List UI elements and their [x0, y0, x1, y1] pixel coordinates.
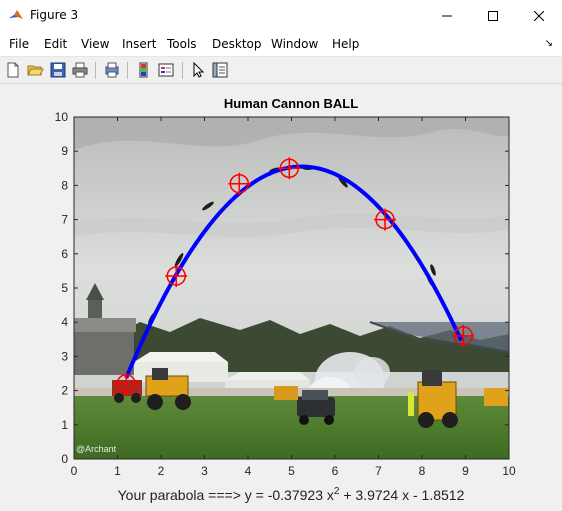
x-tick-label: 3 — [201, 464, 208, 478]
toolbar — [0, 56, 562, 84]
colorbar-icon[interactable] — [135, 61, 153, 79]
y-tick-label: 7 — [61, 213, 68, 227]
menu-edit[interactable]: Edit — [44, 37, 67, 51]
minimize-icon — [442, 15, 452, 17]
y-tick-label: 2 — [61, 384, 68, 398]
matlab-icon — [9, 10, 23, 19]
edit-plot-arrow-icon[interactable] — [189, 61, 207, 79]
plot-canvas[interactable]: @Archant 0 1 2 3 4 5 6 7 8 9 10 0 1 2 3 4 5 6 7 8 9 10 Human… — [0, 84, 562, 506]
title-bar: Figure 3 — [0, 0, 562, 32]
minimize-button[interactable] — [424, 0, 470, 32]
menu-help[interactable]: Help — [332, 37, 359, 51]
x-tick-label: 8 — [419, 464, 426, 478]
close-icon — [534, 11, 544, 21]
menu-tools[interactable]: Tools — [167, 37, 197, 51]
y-tick-label: 6 — [61, 247, 68, 261]
y-tick-label: 10 — [55, 110, 69, 124]
new-figure-icon[interactable] — [4, 61, 22, 79]
x-tick-label: 4 — [245, 464, 252, 478]
toolbar-separator — [182, 62, 183, 79]
print-preview-icon[interactable] — [103, 61, 121, 79]
y-tick-label: 1 — [61, 418, 68, 432]
tractor-center — [274, 386, 298, 400]
menu-view[interactable]: View — [81, 37, 109, 51]
menu-desktop[interactable]: Desktop — [212, 37, 262, 51]
x-tick-label: 2 — [158, 464, 165, 478]
x-tick-labels: 0 1 2 3 4 5 6 7 8 9 10 — [71, 464, 516, 478]
menu-file[interactable]: File — [9, 37, 29, 51]
window-title: Figure 3 — [30, 8, 79, 22]
menu-bar: File Edit View Insert Tools Desktop Wind… — [0, 32, 562, 56]
x-tick-label: 6 — [332, 464, 339, 478]
x-tick-label: 9 — [462, 464, 469, 478]
y-tick-label: 8 — [61, 178, 68, 192]
x-tick-label: 7 — [375, 464, 382, 478]
figure-area: @Archant 0 1 2 3 4 5 6 7 8 9 10 0 1 2 3 4 5 6 7 8 9 10 Human… — [0, 84, 562, 506]
y-tick-label: 4 — [61, 315, 68, 329]
y-tick-label: 5 — [61, 281, 68, 295]
save-icon[interactable] — [49, 61, 67, 79]
open-file-icon[interactable] — [26, 61, 44, 79]
maximize-icon — [488, 11, 498, 21]
y-tick-labels: 0 1 2 3 4 5 6 7 8 9 10 — [55, 110, 69, 466]
maximize-button[interactable] — [470, 0, 516, 32]
toolbar-separator — [127, 62, 128, 79]
photo-watermark: @Archant — [76, 444, 117, 454]
tractor-far-right — [484, 388, 508, 406]
x-tick-label: 10 — [502, 464, 516, 478]
x-tick-label: 1 — [114, 464, 121, 478]
menu-window[interactable]: Window — [271, 37, 318, 51]
menu-insert[interactable]: Insert — [122, 37, 156, 51]
x-tick-label: 0 — [71, 464, 78, 478]
x-tick-label: 5 — [288, 464, 295, 478]
toolbar-separator — [95, 62, 96, 79]
y-tick-label: 9 — [61, 144, 68, 158]
property-inspector-icon[interactable] — [211, 61, 229, 79]
legend-icon[interactable] — [157, 61, 175, 79]
close-button[interactable] — [516, 0, 562, 32]
dock-arrow-icon[interactable]: ↘ — [545, 38, 553, 49]
x-axis-caption: Your parabola ===> y = -0.37923 x2 + 3.9… — [118, 486, 465, 503]
y-tick-label: 0 — [61, 452, 68, 466]
print-icon[interactable] — [71, 61, 89, 79]
y-tick-label: 3 — [61, 349, 68, 363]
plot-title: Human Cannon BALL — [224, 96, 358, 111]
